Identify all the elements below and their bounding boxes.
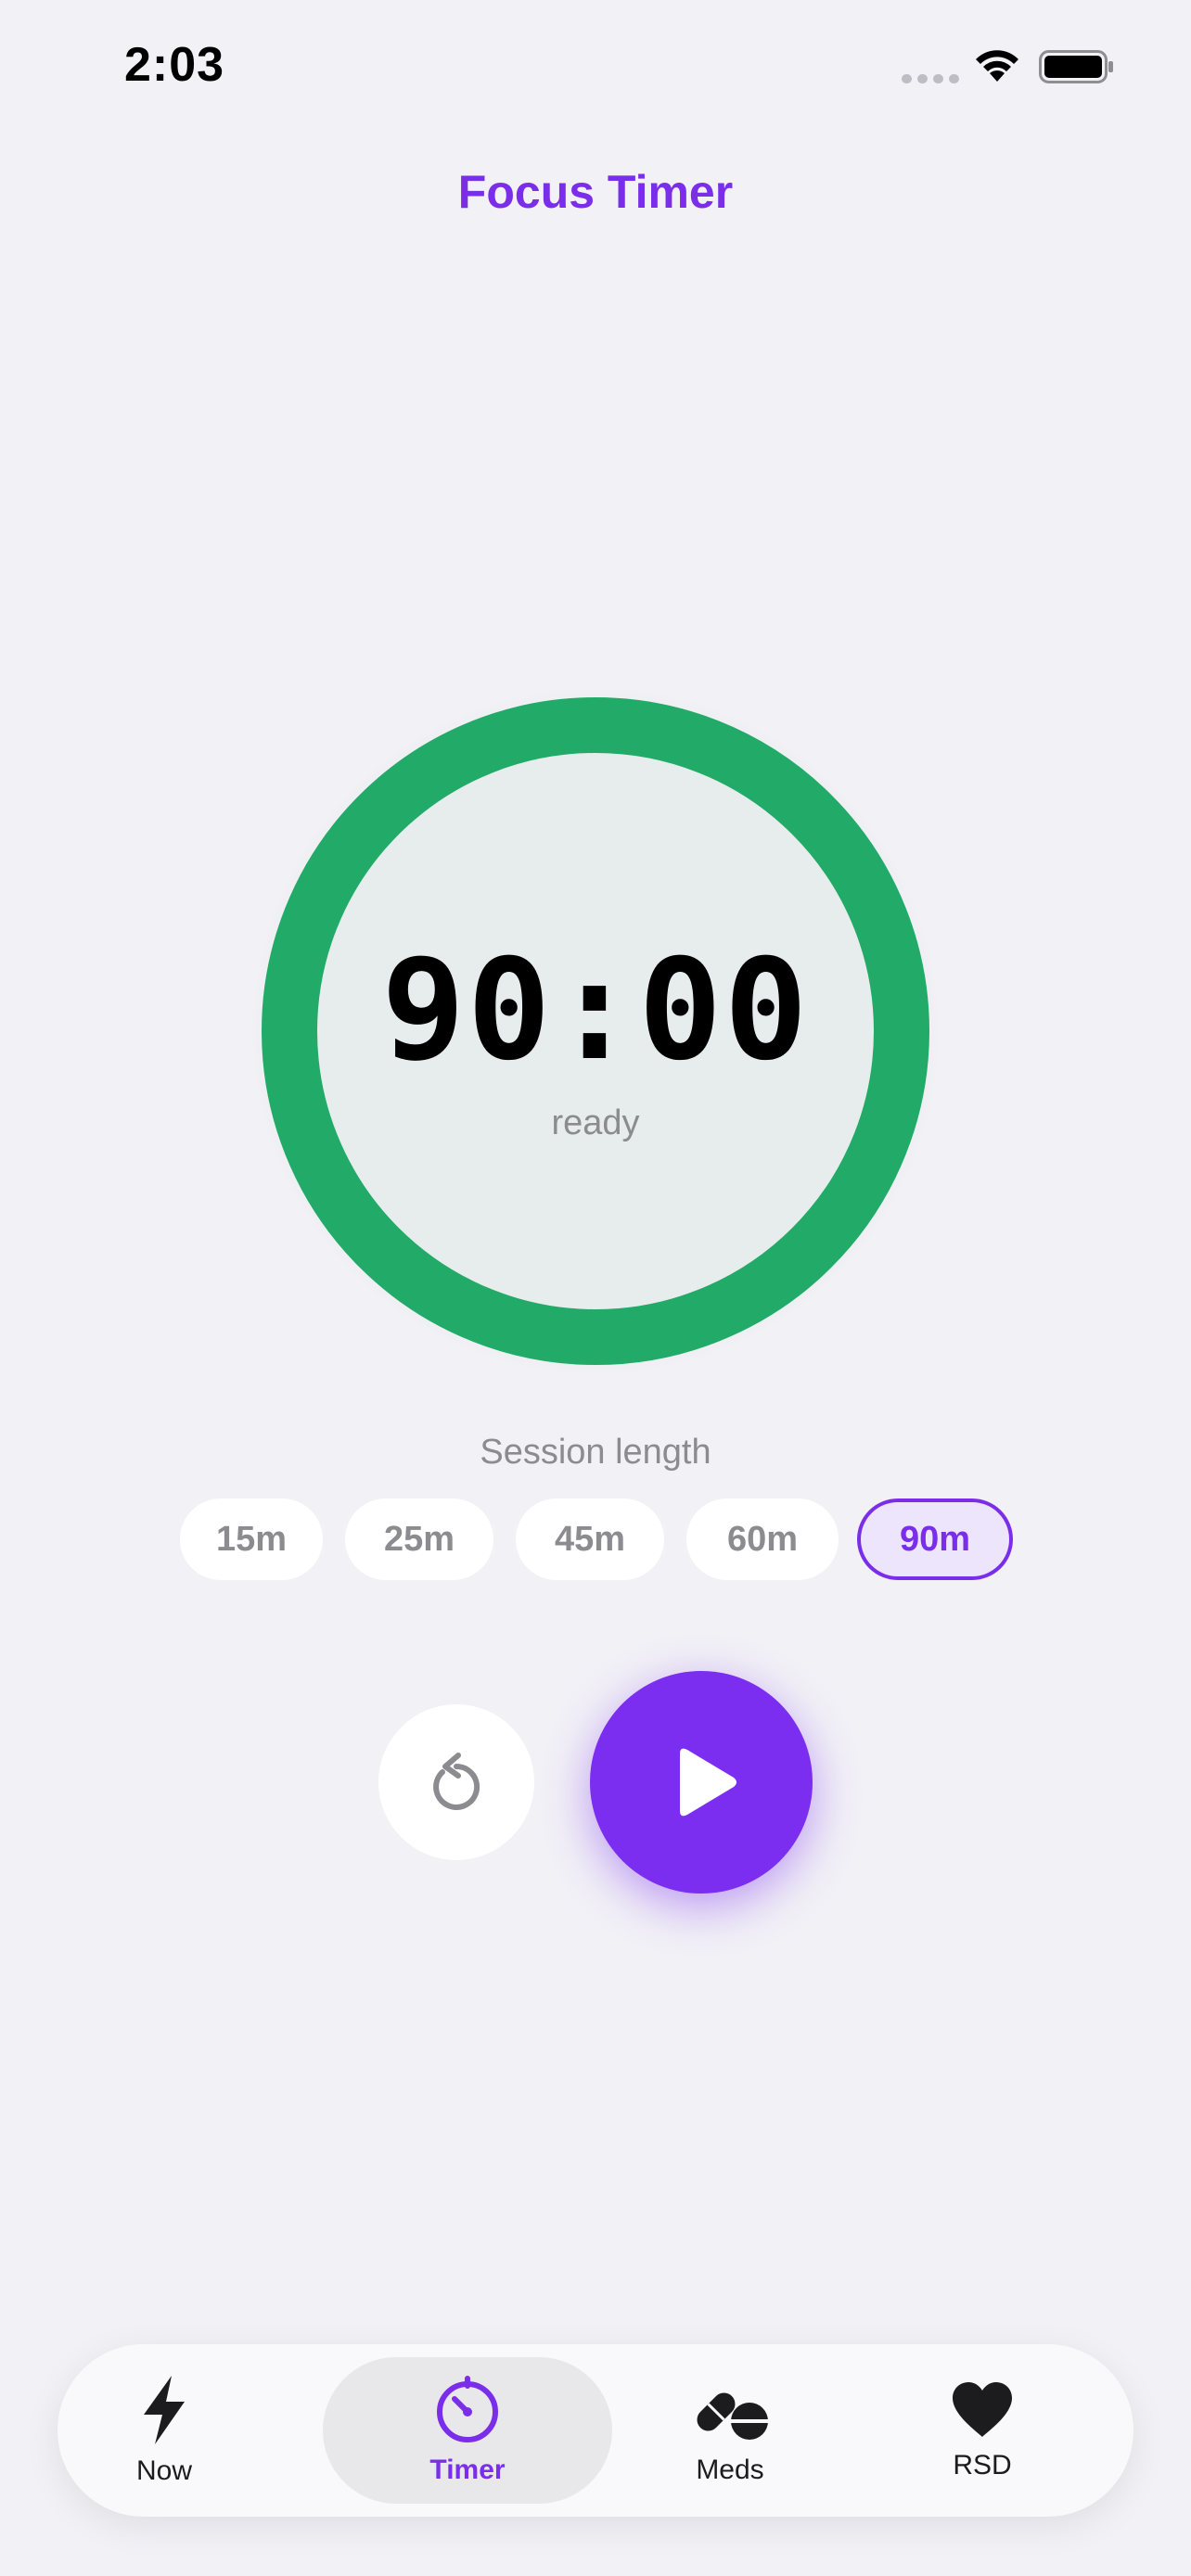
wifi-icon	[976, 50, 1018, 82]
battery-icon	[1039, 50, 1113, 83]
tab-rsd[interactable]: RSD	[931, 2344, 1033, 2517]
reset-button[interactable]	[378, 1704, 534, 1860]
session-option-25m[interactable]: 25m	[345, 1498, 493, 1580]
tab-meds[interactable]: Meds	[670, 2344, 790, 2517]
tab-timer[interactable]: Timer	[323, 2357, 612, 2504]
session-option-15m[interactable]: 15m	[180, 1498, 323, 1580]
play-button[interactable]	[590, 1671, 813, 1894]
timer-icon	[437, 2376, 498, 2442]
session-length-label: Session length	[480, 1433, 711, 1472]
heart-icon	[953, 2382, 1012, 2437]
cellular-signal-icon	[902, 74, 959, 83]
pills-icon	[697, 2392, 768, 2440]
timer-value: 90:00	[381, 930, 810, 1091]
timer-state: ready	[551, 1103, 640, 1142]
tab-label-meds: Meds	[696, 2455, 764, 2485]
status-bar: 2:03	[0, 0, 1191, 139]
reset-icon	[433, 1753, 480, 1810]
tab-now[interactable]: Now	[113, 2344, 215, 2517]
page-title: Focus Timer	[457, 166, 734, 218]
tab-label-timer: Timer	[429, 2455, 506, 2485]
bolt-icon	[144, 2376, 185, 2444]
tab-label-now: Now	[135, 2455, 192, 2486]
play-icon	[680, 1748, 736, 1817]
session-option-45m[interactable]: 45m	[516, 1498, 664, 1580]
session-option-90m[interactable]: 90m	[857, 1498, 1013, 1580]
session-option-60m[interactable]: 60m	[686, 1498, 839, 1580]
status-time: 2:03	[124, 38, 225, 92]
tab-label-rsd: RSD	[953, 2450, 1012, 2480]
tab-bar: Now Timer Meds RSD	[58, 2344, 1133, 2517]
